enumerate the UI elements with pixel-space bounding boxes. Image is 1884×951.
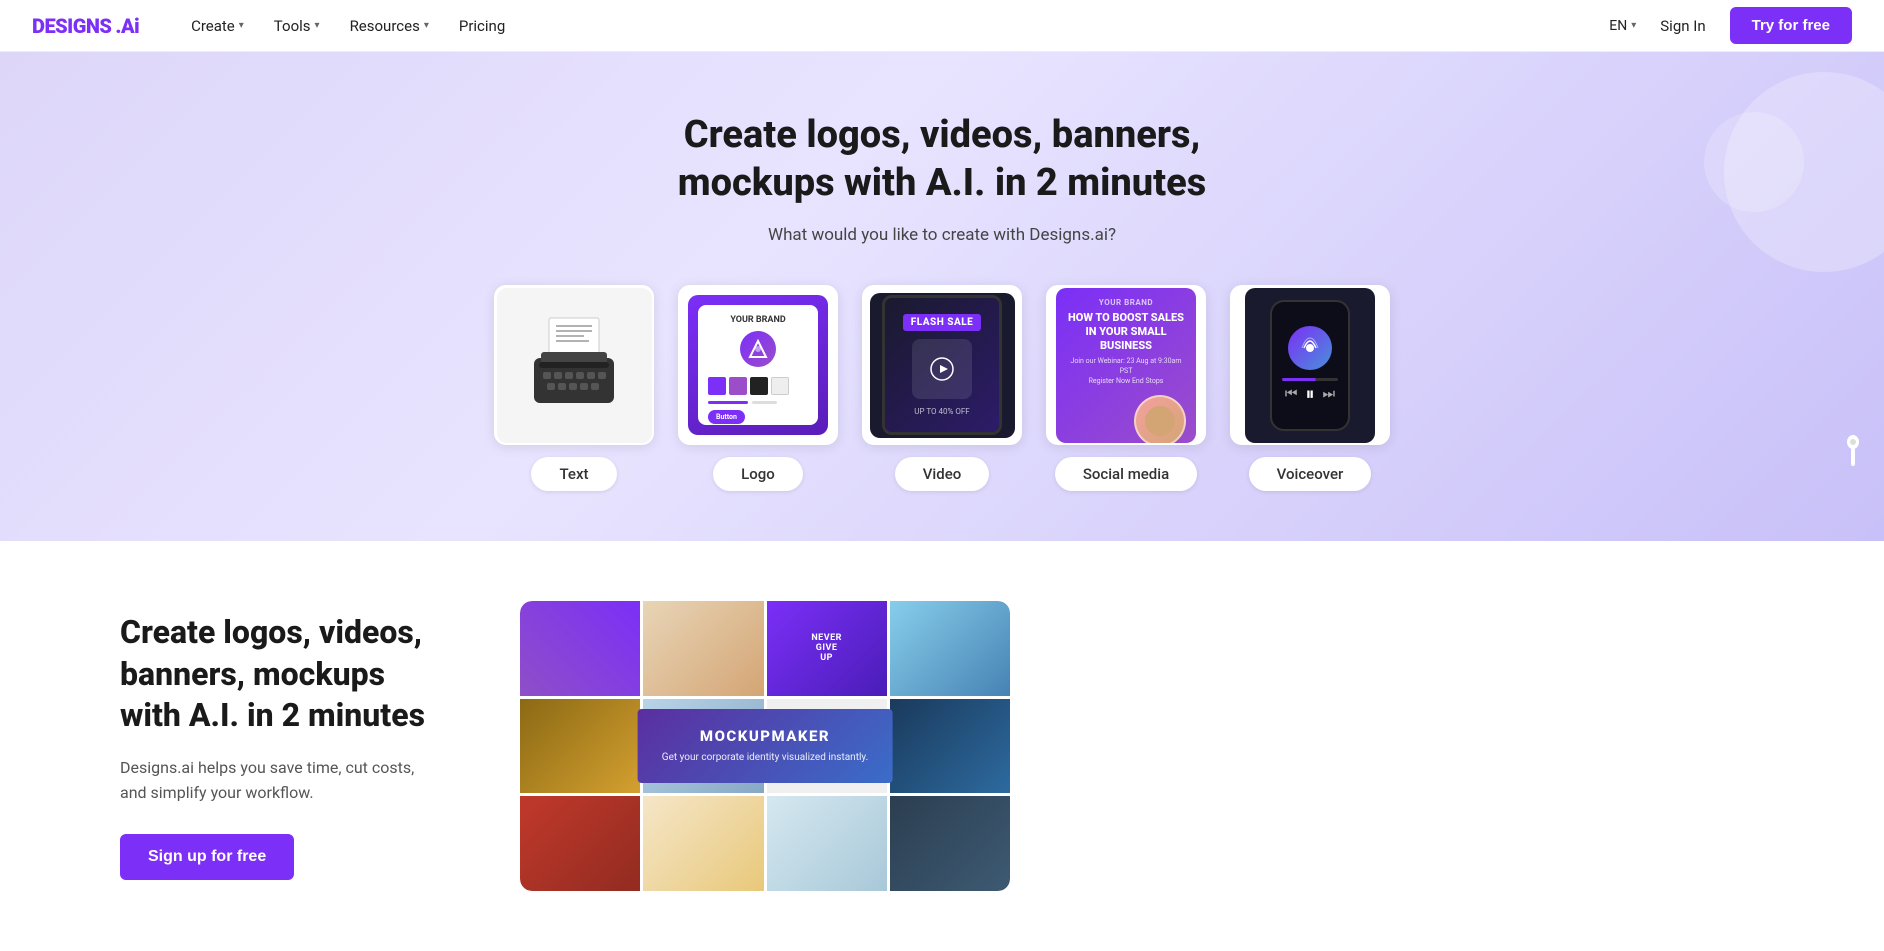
card-social-image: YOUR BRAND HOW TO BOOST SALES IN YOUR SM… — [1046, 285, 1206, 445]
creation-cards: Text YOUR BRAND — [32, 285, 1852, 491]
card-voiceover-label: Voiceover — [1249, 457, 1372, 491]
mockup-cell-12 — [890, 796, 1010, 891]
nav-items: Create ▾ Tools ▾ Resources ▾ Pricing — [179, 11, 1609, 41]
nav-tools[interactable]: Tools ▾ — [262, 11, 332, 41]
card-logo[interactable]: YOUR BRAND — [678, 285, 838, 491]
mockup-cell-4 — [890, 601, 1010, 696]
card-text-image — [494, 285, 654, 445]
card-social[interactable]: YOUR BRAND HOW TO BOOST SALES IN YOUR SM… — [1046, 285, 1206, 491]
brand-name: DESIGNS — [32, 14, 111, 38]
card-voiceover-image: ⏮ ⏸ ⏭ — [1230, 285, 1390, 445]
social-illustration: YOUR BRAND HOW TO BOOST SALES IN YOUR SM… — [1056, 288, 1196, 443]
card-logo-label: Logo — [713, 457, 803, 491]
chevron-down-icon: ▾ — [315, 20, 320, 31]
card-social-label: Social media — [1055, 457, 1197, 491]
nav-create[interactable]: Create ▾ — [179, 11, 256, 41]
sign-in-button[interactable]: Sign In — [1648, 11, 1717, 41]
video-illustration: FLASH SALE UP TO 40% OFF — [870, 293, 1015, 438]
card-text[interactable]: Text — [494, 285, 654, 491]
card-video[interactable]: FLASH SALE UP TO 40% OFF Video — [862, 285, 1022, 491]
mockup-cell-10 — [643, 796, 763, 891]
hero-title: Create logos, videos, banners, mockups w… — [602, 112, 1282, 207]
mockup-cell-1 — [520, 601, 640, 696]
features-section: Create logos, videos, banners, mockups w… — [0, 541, 1884, 951]
nav-resources[interactable]: Resources ▾ — [338, 11, 441, 41]
brand-logo[interactable]: DESIGNS.Ai — [32, 14, 139, 38]
mockup-cell-11 — [767, 796, 887, 891]
logo-illustration: YOUR BRAND — [688, 295, 828, 435]
card-video-label: Video — [895, 457, 990, 491]
features-mockup-image: NEVERGIVEUP MOCKUPMAKER Get your corpora… — [520, 601, 1010, 891]
nav-right: EN ▾ Sign In Try for free — [1609, 7, 1852, 44]
card-voiceover[interactable]: ⏮ ⏸ ⏭ — [1230, 285, 1390, 491]
features-desc: Designs.ai helps you save time, cut cost… — [120, 755, 440, 806]
try-free-button[interactable]: Try for free — [1730, 7, 1852, 44]
nav-pricing[interactable]: Pricing — [447, 11, 517, 41]
typewriter-illustration — [497, 288, 652, 443]
card-video-image: FLASH SALE UP TO 40% OFF — [862, 285, 1022, 445]
mockup-overlay-subtitle: Get your corporate identity visualized i… — [662, 751, 869, 765]
mockup-overlay: MOCKUPMAKER Get your corporate identity … — [638, 709, 893, 783]
card-text-label: Text — [531, 457, 616, 491]
brand-suffix: .Ai — [115, 14, 139, 38]
chevron-down-icon: ▾ — [1631, 20, 1636, 31]
signup-button[interactable]: Sign up for free — [120, 834, 294, 880]
mockup-overlay-title: MOCKUPMAKER — [662, 727, 869, 745]
mockup-cell-9 — [520, 796, 640, 891]
features-text: Create logos, videos, banners, mockups w… — [120, 612, 440, 880]
hero-section: Create logos, videos, banners, mockups w… — [0, 52, 1884, 541]
mockup-cell-2 — [643, 601, 763, 696]
chevron-down-icon: ▾ — [424, 20, 429, 31]
voiceover-illustration: ⏮ ⏸ ⏭ — [1245, 288, 1375, 443]
features-title: Create logos, videos, banners, mockups w… — [120, 612, 440, 737]
card-logo-image: YOUR BRAND — [678, 285, 838, 445]
hero-subtitle: What would you like to create with Desig… — [32, 225, 1852, 245]
mockup-cell-3: NEVERGIVEUP — [767, 601, 887, 696]
chevron-down-icon: ▾ — [239, 20, 244, 31]
mockup-cell-5 — [520, 699, 640, 794]
language-selector[interactable]: EN ▾ — [1609, 18, 1636, 34]
mockup-cell-8 — [890, 699, 1010, 794]
navbar: DESIGNS.Ai Create ▾ Tools ▾ Resources ▾ … — [0, 0, 1884, 52]
